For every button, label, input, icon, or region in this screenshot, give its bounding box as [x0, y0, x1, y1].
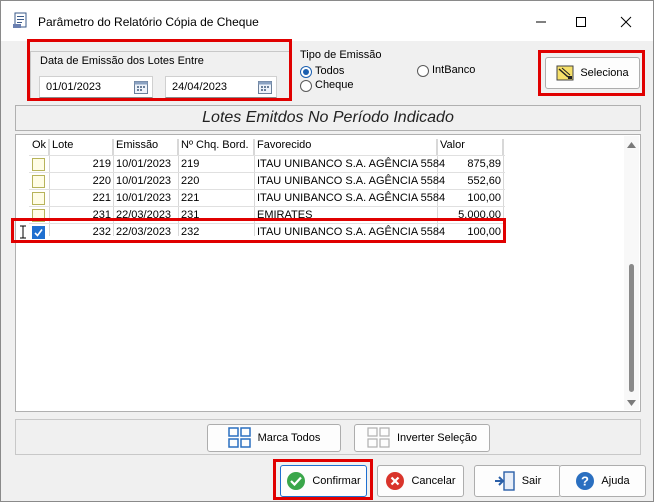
highlight-seleciona — [538, 50, 645, 96]
cell-valor: 552,60 — [467, 175, 501, 187]
close-icon[interactable] — [613, 9, 639, 35]
section-title: Lotes Emitdos No Período Indicado — [15, 105, 641, 131]
column-header-chq: Nº Chq. Bord. — [178, 139, 254, 155]
cancelar-label: Cancelar — [411, 475, 456, 487]
radio-intbanco[interactable] — [417, 65, 429, 77]
radio-todos[interactable] — [300, 66, 312, 78]
scrollbar-thumb[interactable] — [629, 264, 634, 392]
lotes-table: Ok Lote Emissão Nº Chq. Bord. Favorecido… — [15, 134, 641, 412]
radio-cheque-label: Cheque — [315, 79, 354, 91]
radio-cheque[interactable] — [300, 80, 312, 92]
exit-door-icon — [494, 471, 515, 491]
cell-lote: 219 — [92, 158, 111, 170]
report-icon — [13, 12, 27, 28]
inverter-selecao-button[interactable]: Inverter Seleção — [354, 424, 490, 452]
cell-emissao: 10/01/2023 — [116, 175, 172, 187]
cell-lote: 221 — [92, 192, 111, 204]
marca-todos-label: Marca Todos — [257, 432, 321, 444]
cell-valor: 875,89 — [467, 158, 501, 170]
dialog-body: Data de Emissão dos Lotes Entre 01/01/20… — [9, 39, 647, 500]
row-checkbox[interactable] — [32, 158, 45, 171]
svg-text:?: ? — [581, 474, 589, 489]
cell-favorecido: ITAU UNIBANCO S.A. AGÊNCIA 5584 — [257, 158, 446, 170]
cancel-icon — [386, 472, 405, 490]
row-checkbox[interactable] — [32, 192, 45, 205]
ajuda-button[interactable]: ? Ajuda — [559, 465, 646, 497]
column-header-lote: Lote — [49, 139, 113, 155]
cancelar-button[interactable]: Cancelar — [377, 465, 464, 497]
inverter-selecao-label: Inverter Seleção — [396, 432, 478, 444]
highlight-date-range — [27, 39, 292, 101]
column-header-ok: Ok — [29, 139, 49, 155]
row-checkbox[interactable] — [32, 175, 45, 188]
cell-valor: 100,00 — [467, 192, 501, 204]
scroll-up-icon[interactable] — [627, 142, 636, 148]
maximize-icon[interactable] — [568, 9, 594, 35]
highlight-confirmar — [273, 459, 373, 500]
column-header-valor: Valor — [437, 139, 503, 155]
dialog-window: Parâmetro do Relatório Cópia de Cheque D… — [0, 0, 654, 502]
title-bar: Parâmetro do Relatório Cópia de Cheque — [1, 1, 653, 41]
cell-chq: 220 — [181, 175, 200, 187]
ajuda-label: Ajuda — [601, 475, 630, 487]
column-header-emissao: Emissão — [113, 139, 178, 155]
sair-label: Sair — [521, 475, 542, 487]
cell-chq: 219 — [181, 158, 200, 170]
cell-emissao: 10/01/2023 — [116, 192, 172, 204]
cell-emissao: 10/01/2023 — [116, 158, 172, 170]
cell-favorecido: ITAU UNIBANCO S.A. AGÊNCIA 5584 — [257, 192, 446, 204]
column-header-favorecido: Favorecido — [254, 139, 437, 155]
cell-lote: 220 — [92, 175, 111, 187]
minimize-icon[interactable] — [528, 9, 554, 35]
selection-toolbar: Marca Todos Inverter Seleção — [15, 419, 641, 455]
window-title: Parâmetro do Relatório Cópia de Cheque — [38, 15, 259, 29]
help-icon: ? — [576, 472, 595, 490]
cell-chq: 221 — [181, 192, 200, 204]
radio-intbanco-label: IntBanco — [432, 64, 476, 76]
emission-type-group: Tipo de Emissão Todos IntBanco Cheque — [294, 49, 528, 101]
vertical-scrollbar[interactable] — [624, 136, 639, 410]
sair-button[interactable]: Sair — [474, 465, 561, 497]
cell-favorecido: ITAU UNIBANCO S.A. AGÊNCIA 5584 — [257, 175, 446, 187]
radio-todos-label: Todos — [315, 65, 345, 77]
highlight-selected-row — [11, 218, 506, 243]
grid-invert-icon — [367, 427, 390, 448]
scroll-down-icon[interactable] — [627, 400, 636, 406]
emission-type-label: Tipo de Emissão — [300, 49, 382, 61]
marca-todos-button[interactable]: Marca Todos — [207, 424, 341, 452]
grid-select-icon — [227, 427, 251, 448]
